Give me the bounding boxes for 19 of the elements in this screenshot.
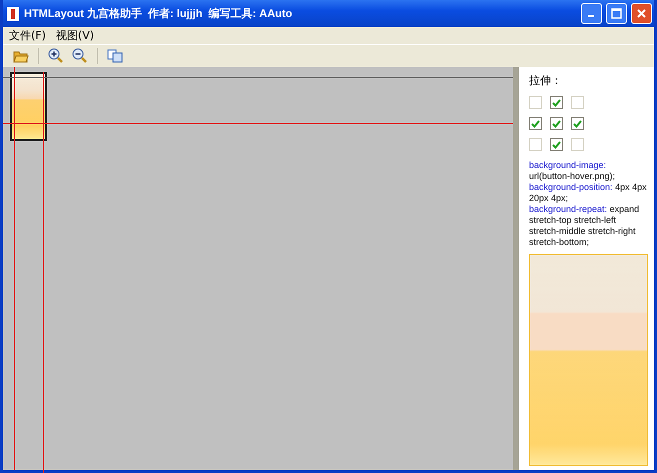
checkbox[interactable] bbox=[571, 117, 584, 130]
panel-heading: 拉伸： bbox=[529, 74, 563, 88]
menu-item[interactable]: 文件(F) bbox=[7, 28, 48, 43]
css-declaration: background-position: 4px 4px 20px 4px; bbox=[529, 182, 648, 204]
app-icon bbox=[6, 6, 20, 22]
checkbox[interactable] bbox=[550, 117, 563, 130]
menu-item[interactable]: 视图(V) bbox=[54, 28, 96, 43]
image-preview bbox=[10, 72, 47, 141]
checkbox[interactable] bbox=[550, 96, 563, 109]
checkbox[interactable] bbox=[550, 138, 563, 151]
css-declaration: background-image: url(button-hover.png); bbox=[529, 160, 616, 182]
css-declaration: background-repeat: expand stretch-top stretch-left stretch-middle stretch-right stretch-bottom; bbox=[529, 204, 640, 248]
minimize-button[interactable] bbox=[581, 3, 602, 24]
window-title: HTMLayout 九宫格助手 作者: lujjjh 编写工具: AAuto bbox=[24, 6, 294, 21]
maximize-icon bbox=[611, 8, 622, 19]
close-icon bbox=[636, 8, 647, 19]
checkbox[interactable] bbox=[529, 117, 542, 130]
maximize-button[interactable] bbox=[606, 3, 627, 24]
close-button[interactable] bbox=[631, 3, 652, 24]
